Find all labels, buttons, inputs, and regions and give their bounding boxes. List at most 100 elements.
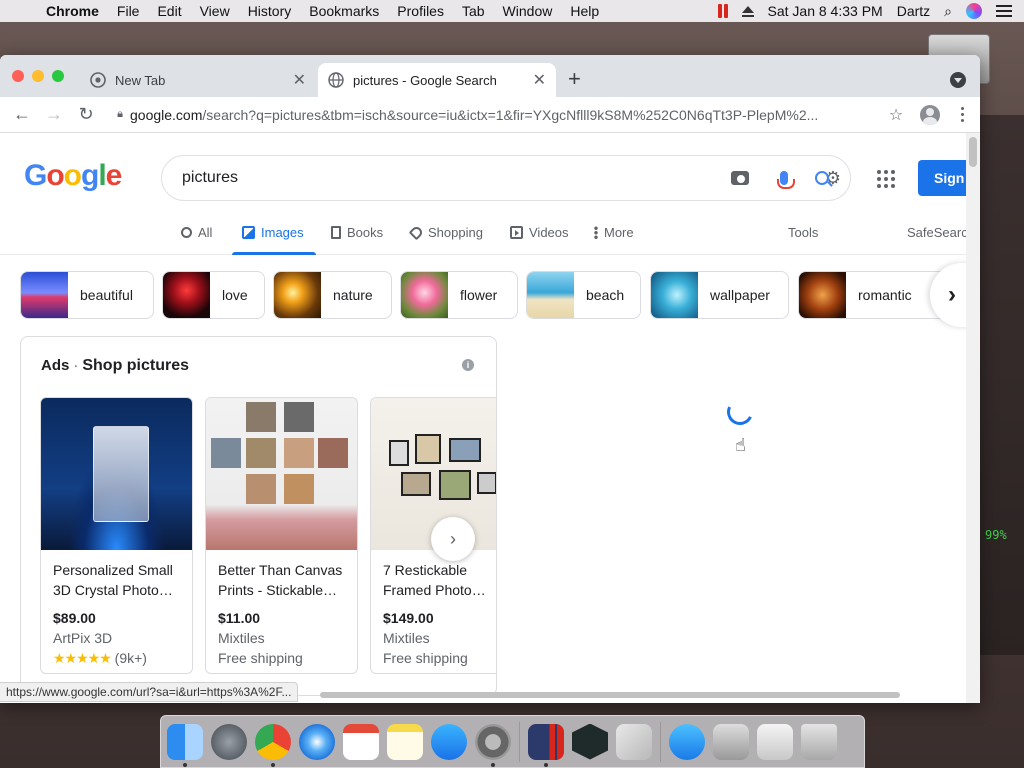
- calendar-icon[interactable]: [343, 723, 379, 760]
- chrome-menu-icon[interactable]: [950, 107, 974, 122]
- new-tab-button[interactable]: +: [568, 67, 581, 91]
- screenshot-folder-icon[interactable]: [757, 723, 793, 760]
- ads-title: Shop pictures: [82, 357, 190, 374]
- chrome-dock-icon[interactable]: [255, 723, 291, 767]
- voice-search-button[interactable]: [762, 171, 806, 189]
- menu-file[interactable]: File: [108, 3, 149, 19]
- chip-beautiful[interactable]: beautiful: [20, 271, 154, 319]
- launchpad-icon[interactable]: [211, 723, 247, 760]
- zoom-window-button[interactable]: [52, 70, 64, 82]
- menu-tab[interactable]: Tab: [453, 3, 494, 19]
- menu-user[interactable]: Dartz: [897, 3, 930, 19]
- menu-history[interactable]: History: [239, 3, 301, 19]
- tab-strip: New Tab ✕ pictures - Google Search ✕ +: [0, 55, 980, 97]
- menu-profiles[interactable]: Profiles: [388, 3, 453, 19]
- minimize-window-button[interactable]: [32, 70, 44, 82]
- camera-search-button[interactable]: [718, 171, 762, 185]
- background-window: [980, 115, 1024, 655]
- profile-avatar-icon[interactable]: [920, 104, 940, 125]
- search-submit-button[interactable]: ⚙: [806, 168, 850, 189]
- horizontal-scrollbar[interactable]: [320, 692, 900, 698]
- lock-icon[interactable]: 🔒︎: [110, 108, 130, 121]
- close-window-button[interactable]: [12, 70, 24, 82]
- app-store-download-icon[interactable]: [669, 723, 705, 760]
- search-input[interactable]: pictures: [182, 169, 718, 187]
- chip-love[interactable]: love: [162, 271, 265, 319]
- product-shipping: Free shipping: [383, 650, 468, 666]
- product-seller: Mixtiles: [383, 630, 430, 646]
- google-apps-icon[interactable]: [877, 170, 895, 188]
- tab-all[interactable]: All: [181, 225, 212, 240]
- preview-icon[interactable]: [616, 723, 652, 760]
- image-icon: [242, 226, 255, 239]
- eject-icon[interactable]: [741, 5, 754, 17]
- menu-help[interactable]: Help: [561, 3, 608, 19]
- address-bar[interactable]: google.com/search?q=pictures&tbm=isch&so…: [130, 107, 882, 123]
- sign-in-button[interactable]: Sign: [918, 160, 966, 196]
- chip-label: beach: [586, 287, 625, 303]
- tab-more[interactable]: More: [594, 225, 634, 240]
- close-tab-icon[interactable]: ✕: [533, 70, 546, 90]
- ads-label: Ads: [41, 357, 70, 374]
- star-rating: ★★★★★: [53, 650, 112, 666]
- safesearch-button[interactable]: SafeSearch: [907, 225, 966, 240]
- ads-next-button[interactable]: ›: [431, 517, 475, 561]
- tab-search-button[interactable]: [950, 72, 966, 88]
- chip-nature[interactable]: nature: [273, 271, 392, 319]
- chip-thumbnail: [401, 272, 448, 318]
- tab-books[interactable]: Books: [331, 225, 383, 240]
- ads-header: Ads · Shop pictures: [41, 357, 190, 374]
- menu-window[interactable]: Window: [494, 3, 562, 19]
- tab-videos[interactable]: Videos: [510, 225, 569, 240]
- search-box[interactable]: pictures ⚙: [161, 155, 851, 201]
- back-button[interactable]: ←: [6, 104, 38, 125]
- chip-label: wallpaper: [710, 287, 770, 303]
- tools-button[interactable]: Tools: [788, 225, 818, 240]
- recording-icon[interactable]: [717, 4, 728, 18]
- bookmark-star-icon[interactable]: ☆: [882, 105, 910, 125]
- globe-icon: [328, 72, 344, 88]
- dock: [160, 715, 865, 768]
- control-center-icon[interactable]: [996, 5, 1012, 17]
- tab-label: Shopping: [428, 225, 483, 240]
- chip-flower[interactable]: flower: [400, 271, 518, 319]
- chip-wallpaper[interactable]: wallpaper: [650, 271, 789, 319]
- menu-bookmarks[interactable]: Bookmarks: [300, 3, 388, 19]
- related-search-chips: beautiful love nature flower beach wallp…: [20, 263, 966, 327]
- product-name: Better Than Canvas Prints - Stickable…: [218, 562, 343, 598]
- app-store-icon[interactable]: [431, 723, 467, 760]
- chip-romantic[interactable]: romantic: [798, 271, 952, 319]
- vertical-scrollbar[interactable]: [966, 133, 980, 703]
- safari-icon[interactable]: [299, 723, 335, 760]
- search-icon: [181, 227, 192, 238]
- finder-icon[interactable]: [167, 723, 203, 767]
- close-tab-icon[interactable]: ✕: [293, 70, 306, 90]
- menu-clock[interactable]: Sat Jan 8 4:33 PM: [768, 3, 883, 19]
- browser-toolbar: ← → ↻ 🔒︎ google.com/search?q=pictures&tb…: [0, 97, 980, 133]
- chip-thumbnail: [651, 272, 698, 318]
- spotlight-icon[interactable]: ⌕: [944, 3, 952, 20]
- tab-images[interactable]: Images: [242, 225, 304, 240]
- notes-icon[interactable]: [387, 723, 423, 760]
- downloads-icon[interactable]: [713, 723, 749, 760]
- screen-recorder-icon[interactable]: [528, 723, 564, 767]
- menu-edit[interactable]: Edit: [148, 3, 190, 19]
- siri-icon[interactable]: [966, 3, 982, 19]
- trash-icon[interactable]: [801, 723, 837, 760]
- tab-google-search[interactable]: pictures - Google Search ✕: [318, 63, 556, 97]
- menu-view[interactable]: View: [191, 3, 239, 19]
- menu-app-name[interactable]: Chrome: [34, 3, 108, 19]
- system-preferences-icon[interactable]: [475, 723, 511, 767]
- product-card[interactable]: Personalized Small 3D Crystal Photo… $89…: [40, 397, 193, 674]
- product-card[interactable]: Better Than Canvas Prints - Stickable… $…: [205, 397, 358, 674]
- google-logo[interactable]: Google: [24, 159, 122, 193]
- forward-button[interactable]: →: [38, 104, 70, 125]
- dock-separator: [519, 721, 520, 762]
- chip-beach[interactable]: beach: [526, 271, 641, 319]
- info-icon[interactable]: i: [462, 359, 474, 371]
- reload-button[interactable]: ↻: [70, 104, 102, 125]
- nox-player-icon[interactable]: [572, 723, 608, 760]
- tab-shopping[interactable]: Shopping: [408, 224, 483, 241]
- tab-new-tab[interactable]: New Tab ✕: [80, 63, 316, 97]
- search-tabs: All Images Books Shopping Videos More To…: [0, 211, 966, 255]
